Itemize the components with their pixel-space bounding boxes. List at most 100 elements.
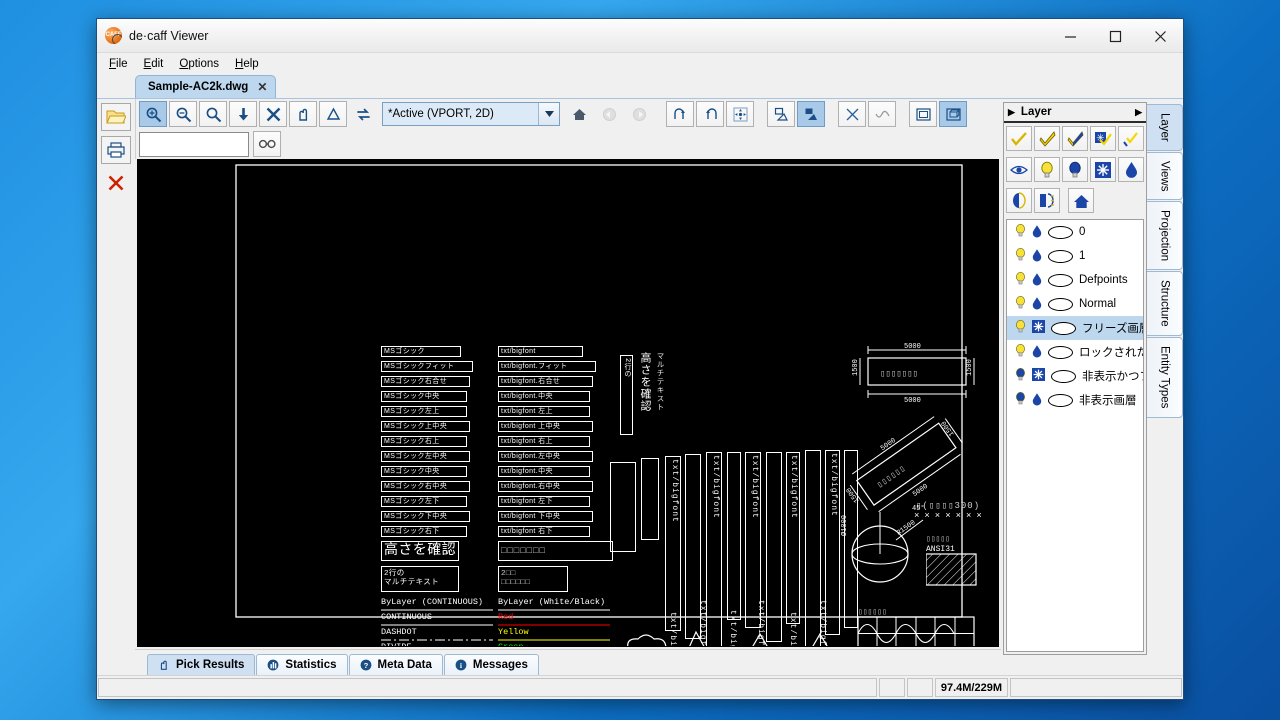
bulb-yellow-icon[interactable] (1015, 271, 1026, 289)
check-yellow-button[interactable] (1034, 126, 1060, 151)
close-drawing-button[interactable] (101, 169, 131, 197)
select-all-layers-button[interactable] (1006, 126, 1032, 151)
refresh-button[interactable] (349, 101, 377, 127)
droplet-blue-icon[interactable] (1032, 248, 1042, 265)
layer-row[interactable]: 非表示画層 (1007, 388, 1143, 412)
collapse-right-icon[interactable]: ▶ (1135, 107, 1142, 118)
tab-meta-data[interactable]: ? Meta Data (348, 654, 443, 675)
layer-list[interactable]: 0 1 Defpoints Normal フリーズ画層ロックされた画層非表示かつフリーズ… (1006, 219, 1144, 652)
close-button[interactable] (1138, 19, 1183, 53)
viewport-select[interactable]: *Active (VPORT, 2D) (382, 102, 560, 126)
spline-curve-button[interactable] (868, 101, 896, 127)
zoom-extents-button[interactable] (229, 101, 257, 127)
rotate-left-button[interactable] (595, 101, 623, 127)
check-frozen-button[interactable]: ✳ (1090, 126, 1116, 151)
droplet-blue-icon[interactable] (1032, 344, 1042, 361)
layer-row[interactable]: 0 (1007, 220, 1143, 244)
layer-color-swatch[interactable] (1048, 273, 1073, 287)
command-input[interactable] (139, 131, 249, 157)
layer-row[interactable]: ロックされた画層 (1007, 340, 1143, 364)
view-left-button[interactable] (666, 101, 694, 127)
document-tab-close-icon[interactable]: ✕ (257, 80, 267, 94)
minimize-button[interactable] (1048, 19, 1093, 53)
center-view-button[interactable] (726, 101, 754, 127)
check-blue-button[interactable] (1062, 126, 1088, 151)
layer-color-swatch[interactable] (1048, 345, 1073, 359)
layer-row[interactable]: Defpoints (1007, 268, 1143, 292)
check-invert-button[interactable] (1118, 126, 1144, 151)
cad-drawing-canvas[interactable]: MSゴシック MSゴシックフィット MSゴシック右合せ MSゴシック中央 MSゴシック左… (137, 159, 999, 647)
layer-row[interactable]: 非表示かつフリーズ (1007, 364, 1143, 388)
bulb-yellow-icon[interactable] (1015, 223, 1026, 241)
layer-off-button[interactable] (1062, 157, 1088, 182)
snap-intersection-button[interactable] (838, 101, 866, 127)
layer-row[interactable]: 1 (1007, 244, 1143, 268)
pan-button[interactable] (289, 101, 317, 127)
tab-messages[interactable]: i Messages (443, 654, 539, 675)
tab-statistics[interactable]: Statistics (256, 654, 348, 675)
layer-name-label: フリーズ画層 (1082, 323, 1143, 335)
collapse-left-icon[interactable]: ▶ (1008, 107, 1015, 118)
zoom-out-button[interactable] (169, 101, 197, 127)
print-button[interactable] (101, 136, 131, 164)
bulb-yellow-icon[interactable] (1015, 247, 1026, 265)
layer-color-button[interactable] (1118, 157, 1144, 182)
side-tab-views[interactable]: Views (1147, 151, 1183, 201)
memory-usage-indicator[interactable]: 97.4M/229M (934, 678, 1008, 697)
layer-home-button[interactable] (1068, 188, 1094, 213)
tab-pick-results[interactable]: Pick Results (147, 654, 256, 675)
zoom-in-button[interactable] (139, 101, 167, 127)
layer-color-swatch[interactable] (1048, 249, 1073, 263)
bulb-yellow-icon[interactable] (1015, 343, 1026, 361)
side-tab-layer[interactable]: Layer (1147, 104, 1183, 151)
open-file-button[interactable] (101, 103, 131, 131)
chevron-down-icon[interactable] (538, 103, 559, 125)
shade-solid-button[interactable] (797, 101, 825, 127)
font-sample-left-row: MSゴシック左中央 (381, 451, 470, 462)
layer-color-swatch[interactable] (1048, 225, 1073, 239)
layer-row[interactable]: Normal (1007, 292, 1143, 316)
layout-single-button[interactable] (909, 101, 937, 127)
menu-help[interactable]: Help (228, 55, 266, 73)
side-tab-entity-types[interactable]: Entity Types (1147, 337, 1183, 418)
maximize-button[interactable] (1093, 19, 1138, 53)
layer-color-swatch[interactable] (1048, 297, 1073, 311)
side-tab-projection[interactable]: Projection (1147, 201, 1183, 271)
layer-row[interactable]: フリーズ画層 (1007, 316, 1143, 340)
side-tab-label: Layer (1158, 113, 1171, 142)
side-tab-structure[interactable]: Structure (1147, 271, 1183, 337)
menu-edit[interactable]: Edit (137, 55, 171, 73)
home-view-button[interactable] (565, 101, 593, 127)
droplet-blue-icon[interactable] (1032, 272, 1042, 289)
svg-text:5000: 5000 (879, 437, 897, 453)
bulb-blue-icon[interactable] (1015, 391, 1026, 409)
bulb-yellow-icon[interactable] (1015, 319, 1026, 337)
bulb-blue-icon[interactable] (1015, 367, 1026, 385)
bulb-yellow-icon[interactable] (1015, 295, 1026, 313)
toggle-half-right-button[interactable] (1034, 188, 1060, 213)
layer-color-swatch[interactable] (1051, 369, 1076, 383)
layout-3d-button[interactable] (939, 101, 967, 127)
view-right-button[interactable] (696, 101, 724, 127)
snowflake-icon[interactable] (1032, 320, 1045, 336)
layer-freeze-button[interactable] (1090, 157, 1116, 182)
droplet-blue-icon[interactable] (1032, 224, 1042, 241)
snowflake-icon[interactable] (1032, 368, 1045, 384)
document-tab-sample-ac2k[interactable]: Sample-AC2k.dwg ✕ (135, 75, 277, 98)
layer-color-swatch[interactable] (1051, 321, 1076, 335)
measure-angle-button[interactable] (319, 101, 347, 127)
preview-glasses-button[interactable] (253, 131, 281, 157)
font-sample-right-row: txt/bigfont 右下 (498, 526, 591, 537)
droplet-blue-icon[interactable] (1032, 296, 1042, 313)
rotate-right-button[interactable] (625, 101, 653, 127)
droplet-blue-icon[interactable] (1032, 392, 1042, 409)
layer-on-button[interactable] (1034, 157, 1060, 182)
menu-file[interactable]: File (102, 55, 135, 73)
zoom-window-button[interactable] (199, 101, 227, 127)
layer-color-swatch[interactable] (1048, 393, 1073, 407)
shade-wireframe-button[interactable] (767, 101, 795, 127)
toggle-half-left-button[interactable] (1006, 188, 1032, 213)
visibility-eye-button[interactable] (1006, 157, 1032, 182)
menu-options[interactable]: Options (172, 55, 226, 73)
zoom-fit-button[interactable] (259, 101, 287, 127)
